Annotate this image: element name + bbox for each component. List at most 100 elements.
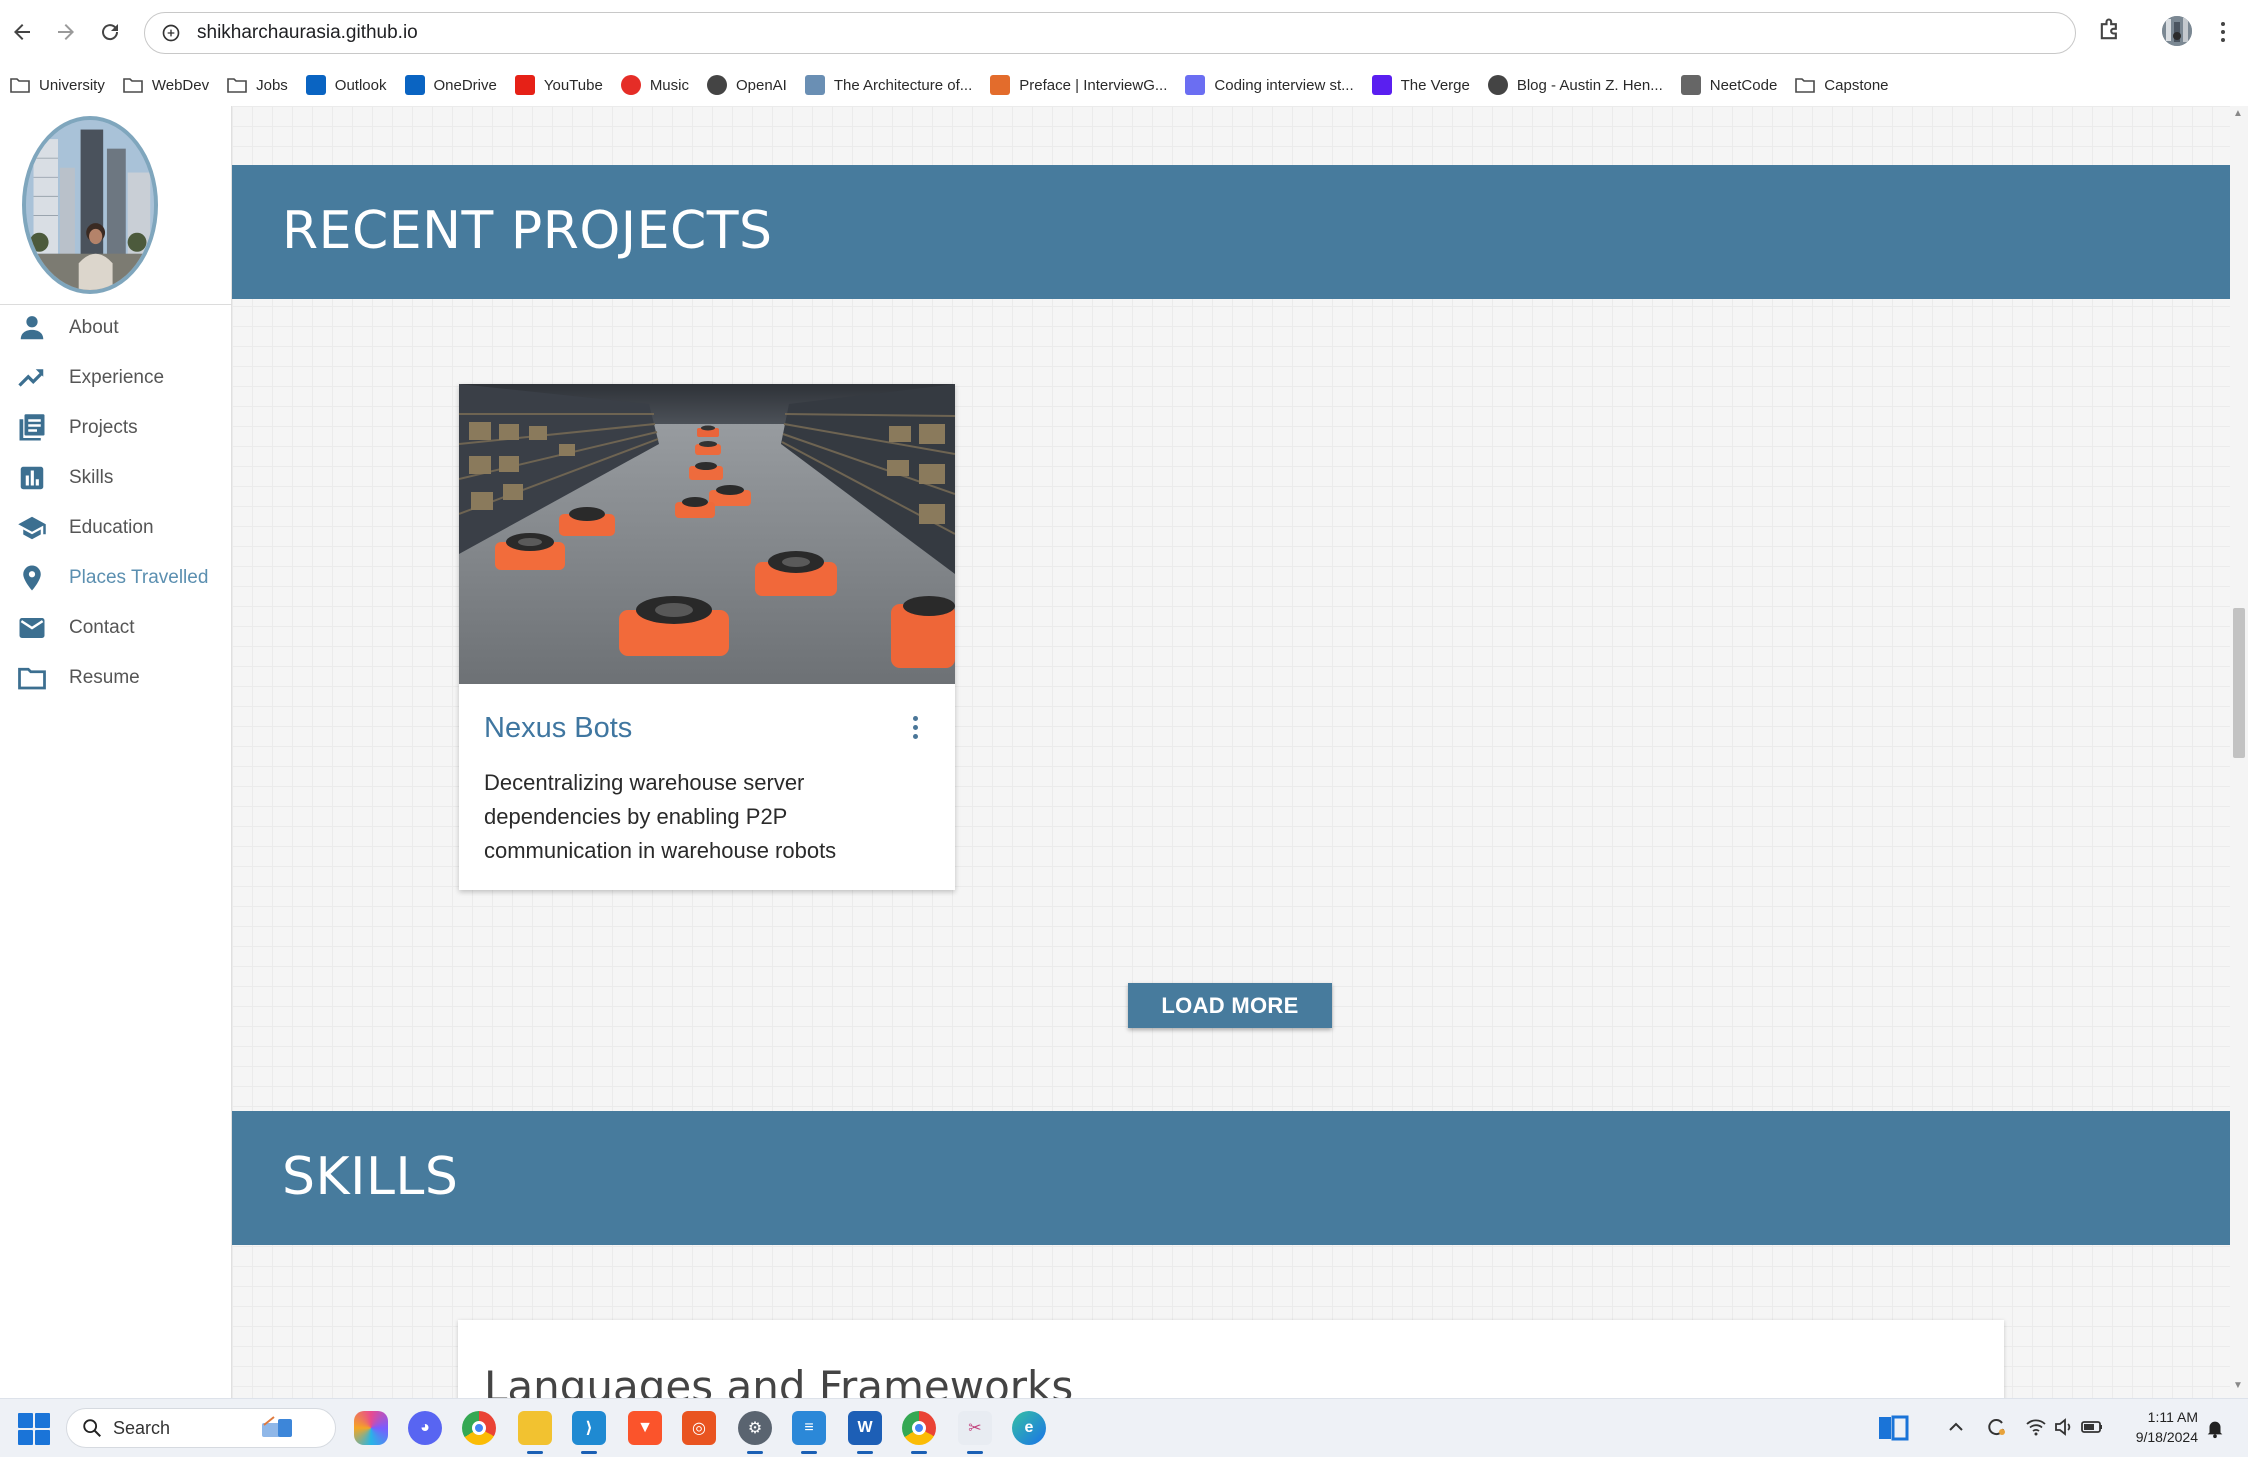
- puzzle-icon: [2100, 18, 2117, 40]
- load-more-button[interactable]: LOAD MORE: [1128, 983, 1332, 1028]
- bookmark-item[interactable]: University: [10, 75, 105, 95]
- rocket-icon: [1680, 75, 1701, 95]
- bookmark-item[interactable]: OneDrive: [404, 75, 497, 95]
- sidebar-item-projects[interactable]: Projects: [0, 403, 232, 453]
- sync-icon[interactable]: [1984, 1415, 2008, 1439]
- url-text: shikharchaurasia.github.io: [197, 22, 418, 43]
- bookmark-label: OneDrive: [433, 76, 497, 94]
- wifi-icon[interactable]: [2024, 1415, 2048, 1439]
- bookmark-item[interactable]: OpenAI: [706, 75, 787, 95]
- bookmark-item[interactable]: Capstone: [1795, 75, 1889, 95]
- widgets-icon[interactable]: [1876, 1411, 1910, 1445]
- notepad-icon[interactable]: ≡: [792, 1411, 826, 1454]
- copilot-icon[interactable]: [354, 1411, 388, 1445]
- verge-icon: [1371, 75, 1392, 95]
- taskbar-search-label: Search: [113, 1417, 171, 1438]
- discord-icon[interactable]: ◕: [408, 1411, 442, 1445]
- file-explorer-icon[interactable]: [518, 1411, 552, 1454]
- browser-toolbar: shikharchaurasia.github.io: [0, 0, 2248, 64]
- sidebar-item-contact[interactable]: Contact: [0, 603, 232, 653]
- bookmark-item[interactable]: The Architecture of...: [804, 75, 972, 95]
- ubuntu-icon[interactable]: ◎: [682, 1411, 716, 1445]
- skills-section-title: SKILLS: [282, 1147, 459, 1207]
- windows-start-icon[interactable]: [18, 1413, 50, 1445]
- edge-icon[interactable]: e: [1012, 1411, 1046, 1445]
- bookmark-item[interactable]: Outlook: [305, 75, 387, 95]
- projects-section-title: RECENT PROJECTS: [282, 201, 773, 261]
- openai-icon: [706, 75, 727, 95]
- bookmark-label: Jobs: [256, 76, 288, 94]
- bookmark-label: Coding interview st...: [1214, 76, 1354, 94]
- bookmark-item[interactable]: YouTube: [514, 75, 603, 95]
- project-image[interactable]: [459, 384, 955, 684]
- sidebar-item-experience[interactable]: Experience: [0, 353, 232, 403]
- bookmark-item[interactable]: Coding interview st...: [1185, 75, 1354, 95]
- globe-icon: [1487, 75, 1508, 95]
- taskbar: Search ◕ ⟩ ▼ ◎ ⚙ ≡ W ✂ e 1:11 AM 9/18/20…: [0, 1398, 2248, 1457]
- bookmark-label: Blog - Austin Z. Hen...: [1516, 76, 1663, 94]
- bookmark-item[interactable]: Blog - Austin Z. Hen...: [1487, 75, 1663, 95]
- sidebar: About Experience Projects Skills Education Pl…: [0, 106, 232, 1398]
- projects-banner: RECENT PROJECTS: [232, 165, 2230, 299]
- scroll-up-icon[interactable]: ▲: [2233, 108, 2243, 119]
- youtube-icon: [514, 75, 535, 95]
- scroll-thumb[interactable]: [2233, 608, 2245, 758]
- folder-icon: [123, 75, 143, 95]
- sidebar-item-about[interactable]: About: [0, 303, 232, 353]
- browser-menu-button[interactable]: [2208, 16, 2238, 48]
- profile-avatar[interactable]: [2162, 16, 2192, 46]
- bookmark-item[interactable]: Music: [620, 75, 689, 95]
- back-button[interactable]: [4, 14, 40, 50]
- code-icon: [1185, 75, 1206, 95]
- snipping-tool-icon[interactable]: ✂: [958, 1411, 992, 1454]
- folder-icon: [227, 75, 247, 95]
- volume-icon[interactable]: [2052, 1415, 2076, 1439]
- system-clock[interactable]: 1:11 AM 9/18/2024: [2112, 1407, 2198, 1447]
- bookmark-label: Outlook: [334, 76, 387, 94]
- person-icon: [16, 312, 48, 344]
- sidebar-item-resume[interactable]: Resume: [0, 653, 232, 703]
- arrow-left-icon: [14, 24, 30, 40]
- mail-icon: [16, 612, 48, 644]
- bookmark-item[interactable]: NeetCode: [1680, 75, 1777, 95]
- chevron-up-icon[interactable]: [1944, 1415, 1968, 1439]
- bookmark-label: Preface | InterviewG...: [1019, 76, 1168, 94]
- reload-button[interactable]: [92, 14, 128, 50]
- chrome-icon[interactable]: [462, 1411, 496, 1445]
- taskbar-search[interactable]: Search: [66, 1408, 336, 1448]
- chrome-active-icon[interactable]: [902, 1411, 936, 1454]
- library-icon: [16, 412, 48, 444]
- bookmark-item[interactable]: The Verge: [1371, 75, 1470, 95]
- sidebar-item-skills[interactable]: Skills: [0, 453, 232, 503]
- extensions-button[interactable]: [2096, 16, 2128, 48]
- vscode-icon[interactable]: ⟩: [572, 1411, 606, 1454]
- battery-icon[interactable]: [2080, 1415, 2104, 1439]
- trending-up-icon: [16, 362, 48, 394]
- brave-icon[interactable]: ▼: [628, 1411, 662, 1445]
- search-icon: [83, 1419, 101, 1437]
- bookmark-item[interactable]: Preface | InterviewG...: [990, 75, 1167, 95]
- folder-icon: [16, 662, 48, 694]
- bookmark-label: Capstone: [1824, 76, 1889, 94]
- bookmark-item[interactable]: Jobs: [227, 75, 288, 95]
- site-info-icon[interactable]: [159, 21, 183, 45]
- project-card[interactable]: Nexus Bots Decentralizing warehouse serv…: [459, 384, 955, 890]
- sidebar-item-places-travelled[interactable]: Places Travelled: [0, 553, 232, 603]
- outlook-icon: [305, 75, 326, 95]
- sidebar-item-education[interactable]: Education: [0, 503, 232, 553]
- sidebar-item-label: Resume: [69, 667, 140, 688]
- notification-bell-icon[interactable]: [2204, 1417, 2226, 1439]
- settings-icon[interactable]: ⚙: [738, 1411, 772, 1454]
- address-bar[interactable]: shikharchaurasia.github.io: [144, 12, 2076, 54]
- sidebar-item-label: Projects: [69, 417, 138, 438]
- forward-button[interactable]: [48, 14, 84, 50]
- scroll-down-icon[interactable]: ▼: [2233, 1380, 2243, 1391]
- bookmark-item[interactable]: WebDev: [123, 75, 209, 95]
- bookmark-label: WebDev: [151, 76, 210, 94]
- skills-banner: SKILLS: [232, 1111, 2230, 1245]
- folder-icon: [1795, 75, 1816, 95]
- project-title[interactable]: Nexus Bots: [484, 712, 632, 745]
- more-vert-icon[interactable]: [900, 710, 930, 744]
- word-icon[interactable]: W: [848, 1411, 882, 1454]
- page-scrollbar[interactable]: ▲ ▼: [2230, 106, 2248, 1398]
